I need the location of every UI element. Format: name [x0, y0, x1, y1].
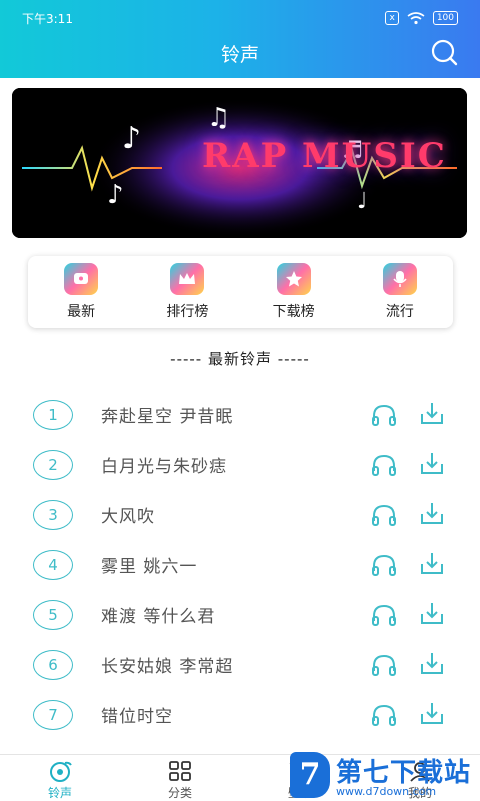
download-icon[interactable] [419, 650, 445, 676]
status-time: 下午3:11 [22, 11, 73, 26]
headphones-icon[interactable] [371, 653, 397, 677]
category-panel: 最新 排行榜 下载榜 流行 [28, 256, 453, 328]
battery-icon: 100 [432, 11, 458, 25]
svg-text:♪: ♪ [107, 180, 124, 210]
category-label: 最新 [67, 304, 96, 320]
star-icon [276, 263, 311, 295]
category-label: 下载榜 [272, 304, 315, 320]
rank-badge: 3 [33, 500, 73, 530]
category-ranking[interactable]: 排行榜 [134, 256, 240, 328]
category-label: 流行 [385, 304, 414, 320]
list-item[interactable]: 5 难渡 等什么君 [0, 590, 480, 640]
song-title: 大风吹 [101, 507, 155, 527]
list-item[interactable]: 2 白月光与朱砂痣 [0, 440, 480, 490]
tab-categories[interactable]: 分类 [120, 755, 240, 801]
watermark-title: 第七下载站 [336, 758, 472, 788]
song-title: 错位时空 [101, 707, 173, 727]
tab-ringtones[interactable]: 铃声 [0, 755, 120, 801]
song-title: 长安姑娘 李常超 [101, 657, 234, 677]
tab-label: 分类 [167, 786, 192, 800]
list-item[interactable]: 6 长安姑娘 李常超 [0, 640, 480, 690]
svg-text:♪: ♪ [122, 121, 141, 156]
song-title: 雾里 姚六一 [101, 557, 198, 577]
headphones-icon[interactable] [371, 603, 397, 627]
download-icon[interactable] [419, 450, 445, 476]
category-label: 排行榜 [166, 304, 209, 320]
svg-text:♫: ♫ [207, 103, 230, 133]
watermark: 7 第七下载站 www.d7down.com [290, 752, 480, 800]
headphones-icon[interactable] [371, 453, 397, 477]
watermark-url: www.d7down.com [336, 785, 437, 798]
status-bar: 下午3:11 x 100 [22, 10, 458, 26]
download-icon[interactable] [419, 400, 445, 426]
rank-badge: 2 [33, 450, 73, 480]
grid-icon [169, 761, 191, 781]
rank-badge: 6 [33, 650, 73, 680]
ringtone-new-icon [64, 263, 99, 295]
download-icon[interactable] [419, 700, 445, 726]
search-icon[interactable] [430, 38, 458, 66]
download-icon[interactable] [419, 600, 445, 626]
list-item[interactable]: 4 雾里 姚六一 [0, 540, 480, 590]
section-title: ----- 最新铃声 ----- [170, 350, 310, 368]
headphones-icon[interactable] [371, 503, 397, 527]
list-item[interactable]: 7 错位时空 [0, 690, 480, 740]
ringtone-tab-icon [50, 761, 72, 782]
svg-text:♩: ♩ [357, 189, 367, 214]
headphones-icon[interactable] [371, 553, 397, 577]
category-downloads[interactable]: 下载榜 [241, 256, 347, 328]
song-title: 奔赴星空 尹昔眠 [101, 407, 234, 427]
download-icon[interactable] [419, 550, 445, 576]
category-new[interactable]: 最新 [28, 256, 134, 328]
list-item[interactable]: 3 大风吹 [0, 490, 480, 540]
song-title: 难渡 等什么君 [101, 607, 216, 627]
rank-badge: 7 [33, 700, 73, 730]
rank-badge: 1 [33, 400, 73, 430]
rank-badge: 5 [33, 600, 73, 630]
banner-title: RAP MUSIC [202, 136, 447, 176]
banner[interactable]: ♪ ♫ ♬ ♪ ♩ RAP MUSIC [12, 88, 467, 238]
list-item[interactable]: 1 奔赴星空 尹昔眠 [0, 390, 480, 440]
rank-badge: 4 [33, 550, 73, 580]
download-icon[interactable] [419, 500, 445, 526]
category-popular[interactable]: 流行 [347, 256, 453, 328]
status-icons: x 100 [385, 11, 458, 25]
mic-icon [382, 263, 417, 295]
headphones-icon[interactable] [371, 703, 397, 727]
app-header: 下午3:11 x 100 铃声 [0, 0, 480, 78]
watermark-logo: 7 [290, 752, 330, 798]
page-title: 铃声 [220, 44, 259, 66]
tab-label: 铃声 [47, 786, 72, 800]
crown-icon [170, 263, 205, 295]
wifi-icon [407, 11, 425, 24]
song-title: 白月光与朱砂痣 [101, 457, 227, 477]
sim-icon: x [385, 11, 399, 25]
headphones-icon[interactable] [371, 403, 397, 427]
ringtone-list: 1 奔赴星空 尹昔眠 2 白月光与朱砂痣 3 大风吹 4 雾里 姚六一 5 难渡… [0, 390, 480, 740]
